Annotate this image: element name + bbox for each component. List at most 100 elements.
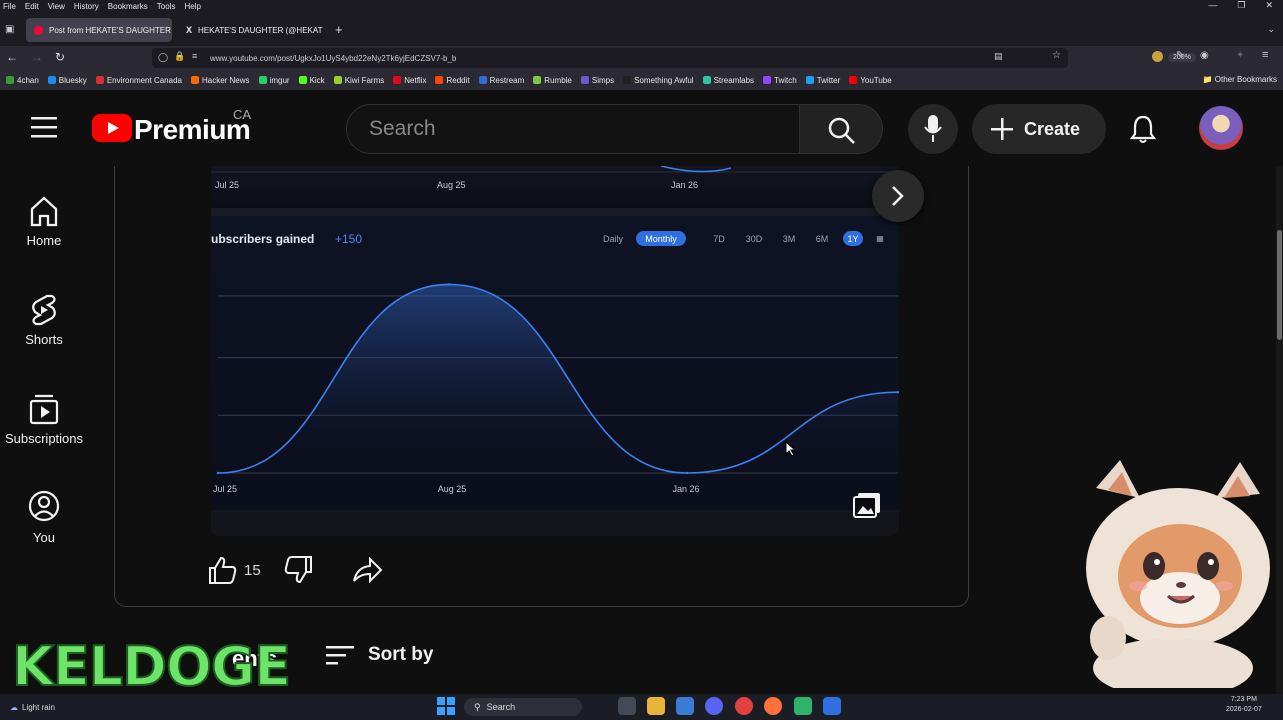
avatar[interactable] [1199,106,1243,150]
tab-post[interactable]: Post from HEKATE'S DAUGHTER ✕ [26,18,172,42]
bookmark-streamlabs[interactable]: Streamlabs [702,76,754,85]
bookmark-reddit[interactable]: Reddit [435,76,470,85]
bookmark-kick[interactable]: Kick [298,76,325,85]
granularity-daily[interactable]: Daily [596,231,630,246]
streamlabs-icon[interactable] [794,697,812,715]
bookmark-favicon-icon [623,76,632,84]
menu-view[interactable]: View [48,2,65,11]
word-icon[interactable] [823,697,841,715]
menu-edit[interactable]: Edit [25,2,39,11]
app-menu-icon[interactable]: ≡ [1262,49,1268,61]
search-button[interactable] [799,104,883,154]
new-tab-button[interactable]: + [335,22,343,37]
tab-list-icon[interactable]: ▣ [5,24,14,35]
firefox-icon[interactable] [764,697,782,715]
search-icon: ⚲ [474,701,481,712]
taskbar-search[interactable]: ⚲ Search [464,698,582,716]
sidebar-item-home[interactable]: Home [0,195,88,248]
sidebar-item-you[interactable]: You [0,490,88,545]
address-bar[interactable]: ◯ 🔒 ≡ www.youtube.com/post/UgkxJo1UyS4yb… [152,48,1196,68]
bookmark-twitter[interactable]: Twitter [805,76,840,85]
bookmark-hacker-news[interactable]: Hacker News [190,76,250,85]
data-point [448,283,451,286]
bookmark-environment-canada[interactable]: Environment Canada [95,76,182,85]
close-window-icon[interactable]: ✕ [1265,0,1273,12]
bookmark-4chan[interactable]: 4chan [6,76,39,85]
app-icon[interactable] [735,697,753,715]
extensions-icon[interactable]: ✎ [1176,50,1184,61]
bookmark-simps[interactable]: Simps [580,76,614,85]
range-30d[interactable]: 30D [740,231,768,246]
minimize-icon[interactable]: — [1208,0,1217,12]
image-gallery-icon[interactable] [853,492,883,520]
bookmark-youtube[interactable]: YouTube [849,76,892,85]
menu-help[interactable]: Help [184,2,200,11]
maximize-icon[interactable]: ❐ [1237,0,1245,12]
url-text: www.youtube.com/post/UgkxJo1UyS4ybd22eNy… [210,53,457,63]
like-icon[interactable] [206,554,238,586]
mouse-cursor-icon [785,441,797,457]
share-icon[interactable] [351,554,383,586]
like-count: 15 [244,561,261,579]
sidebar-item-subscriptions[interactable]: Subscriptions [0,393,88,446]
weather-widget[interactable]: ☁ Light rain [10,703,55,712]
pocket-icon[interactable]: ✦ [1236,50,1244,61]
bookmark-favicon-icon [298,76,307,84]
reader-view-icon[interactable]: ▤ [994,51,1003,62]
granularity-monthly[interactable]: Monthly [636,231,686,246]
bookmark-favicon-icon [580,76,589,84]
create-button[interactable]: Create [972,104,1106,154]
task-view-icon[interactable] [618,697,636,715]
menu-bookmarks[interactable]: Bookmarks [108,2,148,11]
bookmark-favicon-icon [478,76,487,84]
bookmark-kiwi-farms[interactable]: Kiwi Farms [333,76,384,85]
bookmark-imgur[interactable]: imgur [258,76,290,85]
windows-start-icon[interactable] [437,697,455,715]
search-input[interactable]: Search [346,104,800,154]
bookmark-bluesky[interactable]: Bluesky [47,76,87,85]
bookmark-restream[interactable]: Restream [478,76,524,85]
discord-icon[interactable] [705,697,723,715]
account-icon[interactable]: ◉ [1200,50,1209,61]
bookmark-favicon-icon [190,76,199,84]
range-7d[interactable]: 7D [706,231,732,246]
x-tick-label: Aug 25 [438,484,467,494]
menu-file[interactable]: File [3,2,16,11]
hamburger-menu-icon[interactable] [31,115,57,139]
back-icon[interactable]: ← [6,50,18,64]
next-image-button[interactable] [872,170,924,222]
permissions-icon[interactable]: ≡ [192,51,197,61]
sidebar-item-shorts[interactable]: Shorts [0,294,88,347]
calendar-icon[interactable]: ▦ [873,231,887,246]
shield-icon[interactable]: ◯ [158,52,168,63]
system-clock[interactable]: 7:23 PM 2026-02-07 [1226,695,1262,715]
reload-icon[interactable]: ↻ [55,50,65,64]
forward-icon[interactable]: → [31,50,43,64]
notifications-bell-icon[interactable] [1130,114,1156,144]
copilot-icon[interactable] [676,697,694,715]
bookmark-twitch[interactable]: Twitch [763,76,797,85]
range-6m[interactable]: 6M [809,231,835,246]
bookmark-star-icon[interactable]: ☆ [1052,50,1061,61]
tab-channel[interactable]: X HEKATE'S DAUGHTER (@HEKAT ✕ [178,18,326,42]
scrollbar-thumb[interactable] [1277,230,1282,340]
range-3m[interactable]: 3M [776,231,802,246]
bookmark-rumble[interactable]: Rumble [533,76,572,85]
file-explorer-icon[interactable] [647,697,665,715]
bookmark-favicon-icon [533,76,542,84]
tab-overflow-icon[interactable]: ⌄ [1267,24,1275,35]
youtube-logo-icon[interactable] [92,114,132,142]
logo-region: CA [233,107,252,122]
tab-title: HEKATE'S DAUGHTER (@HEKAT [198,25,323,35]
menu-tools[interactable]: Tools [157,2,176,11]
range-1y[interactable]: 1Y [843,231,863,246]
bookmark-something-awful[interactable]: Something Awful [623,76,694,85]
post-image[interactable]: Jul 25 Aug 25 Jan 26 ubscribers gained +… [211,166,899,536]
sort-by-button[interactable]: Sort by [326,644,433,666]
menu-history[interactable]: History [74,2,99,11]
bookmark-netflix[interactable]: Netflix [393,76,426,85]
extension-icon[interactable] [1152,51,1163,62]
dislike-icon[interactable] [283,554,315,586]
voice-search-button[interactable] [908,104,958,154]
other-bookmarks[interactable]: 📁 Other Bookmarks [1203,75,1277,84]
